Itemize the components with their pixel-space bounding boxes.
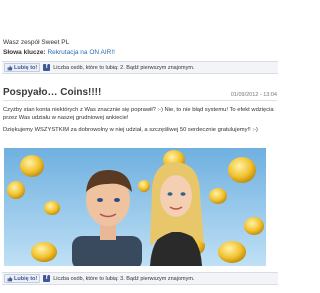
page: Wasz zespół Sweet PL Słowa klucze: Rekru…: [0, 0, 280, 293]
facebook-like-bar-bottom: Lubię to! f Liczba osób, które to lubią:…: [2, 272, 278, 285]
like-count-text: Liczba osób, które to lubią: 3. Bądź pie…: [53, 275, 195, 282]
like-button[interactable]: Lubię to!: [4, 63, 41, 72]
post-date: 01/09/2012 - 13:04: [230, 92, 277, 98]
like-button[interactable]: Lubię to!: [4, 274, 41, 283]
like-button-label: Lubię to!: [14, 275, 38, 282]
post-header: Pospyało… Coins!!!! 01/09/2012 - 13:04: [3, 87, 277, 101]
coins-illustration: [4, 148, 266, 266]
facebook-logo-icon: f: [43, 64, 51, 71]
facebook-logo-icon: f: [43, 275, 51, 282]
like-button-label: Lubię to!: [14, 64, 38, 71]
post-image: [4, 148, 266, 266]
thumbs-up-icon: [7, 276, 13, 281]
like-count-text: Liczba osób, które to lubią: 2. Bądź pie…: [53, 64, 195, 71]
signature-keywords-row: Słowa klucze: Rekrutacja na ON AIR!!: [3, 48, 280, 58]
post-paragraph: Czyżby stan konta niektórych z Was znacz…: [3, 107, 274, 121]
signature-team: Wasz zespół Sweet PL: [3, 39, 70, 46]
post-signature: Wasz zespół Sweet PL Słowa klucze: Rekru…: [3, 38, 280, 58]
thumbs-up-icon: [7, 65, 13, 70]
keyword-link[interactable]: Rekrutacja na ON AIR!!: [47, 49, 115, 56]
facebook-like-bar-top: Lubię to! f Liczba osób, które to lubią:…: [2, 61, 278, 74]
post-body: Czyżby stan konta niektórych z Was znacz…: [3, 106, 277, 134]
post-title[interactable]: Pospyało… Coins!!!!: [3, 87, 101, 98]
keywords-label: Słowa klucze:: [3, 49, 46, 56]
top-spacer: [0, 0, 280, 38]
post-paragraph: Dziękujemy WSZYSTKIM za dobrowolny w nie…: [3, 127, 258, 133]
